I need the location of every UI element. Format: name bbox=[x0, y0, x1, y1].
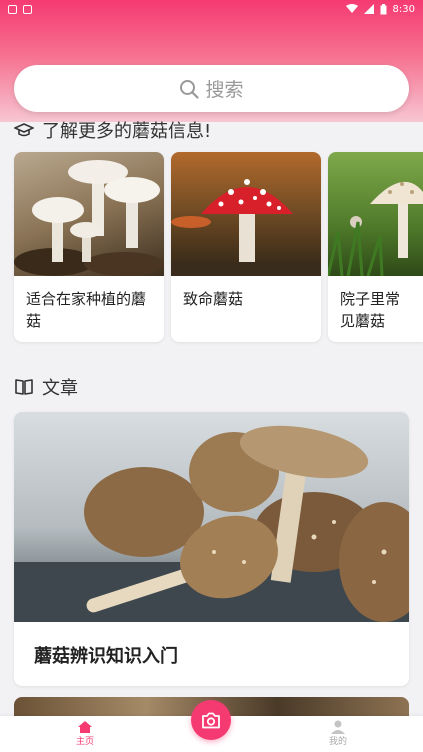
search-placeholder: 搜索 bbox=[205, 79, 244, 101]
nav-home-label: 主页 bbox=[75, 737, 94, 747]
card-yard-mushrooms[interactable]: 院子里常见蘑菇 bbox=[328, 152, 423, 342]
clock: 8:30 bbox=[392, 3, 415, 15]
status-bar: 8:30 bbox=[0, 0, 423, 18]
card-deadly-mushrooms[interactable]: 致命蘑菇 bbox=[171, 152, 321, 342]
nav-home[interactable]: 主页 bbox=[55, 720, 115, 747]
article-image bbox=[14, 412, 409, 622]
article-card-mushroom-identification[interactable]: 蘑菇辨识知识入门 bbox=[14, 412, 409, 686]
wifi-icon bbox=[345, 4, 358, 13]
home-icon bbox=[78, 721, 92, 733]
shiitake-illustration bbox=[14, 425, 409, 622]
card-home-grown-mushrooms[interactable]: 适合在家种植的蘑菇 bbox=[14, 152, 164, 342]
search-icon bbox=[180, 79, 200, 99]
card-label: 致命蘑菇 bbox=[183, 290, 244, 308]
card-image-deadly-mushroom bbox=[171, 152, 321, 276]
card-image-home-mushrooms bbox=[14, 152, 164, 276]
mushroom-illustration bbox=[14, 160, 164, 276]
card-label: 适合在家种植的蘑菇 bbox=[26, 290, 147, 330]
book-icon bbox=[15, 379, 33, 395]
app-notification-icon bbox=[23, 4, 32, 14]
article-title: 蘑菇辨识知识入门 bbox=[34, 646, 178, 667]
amanita-illustration bbox=[171, 179, 321, 276]
notification-icon bbox=[8, 4, 17, 14]
card-image-yard-mushroom bbox=[328, 152, 423, 276]
camera-icon bbox=[202, 712, 220, 728]
nav-profile[interactable]: 我的 bbox=[308, 720, 368, 747]
nav-profile-label: 我的 bbox=[328, 737, 347, 747]
camera-button[interactable] bbox=[191, 700, 231, 740]
signal-icon bbox=[363, 4, 374, 14]
graduation-cap-icon bbox=[14, 123, 34, 137]
section-articles-title: 文章 bbox=[14, 374, 78, 400]
section-info-title: 了解更多的蘑菇信息! bbox=[14, 117, 211, 143]
card-label: 院子里常见蘑菇 bbox=[340, 290, 401, 330]
search-bar[interactable]: 搜索 bbox=[14, 65, 409, 112]
user-icon bbox=[331, 720, 345, 734]
battery-icon bbox=[380, 3, 387, 14]
yard-mushroom-illustration bbox=[328, 181, 423, 276]
